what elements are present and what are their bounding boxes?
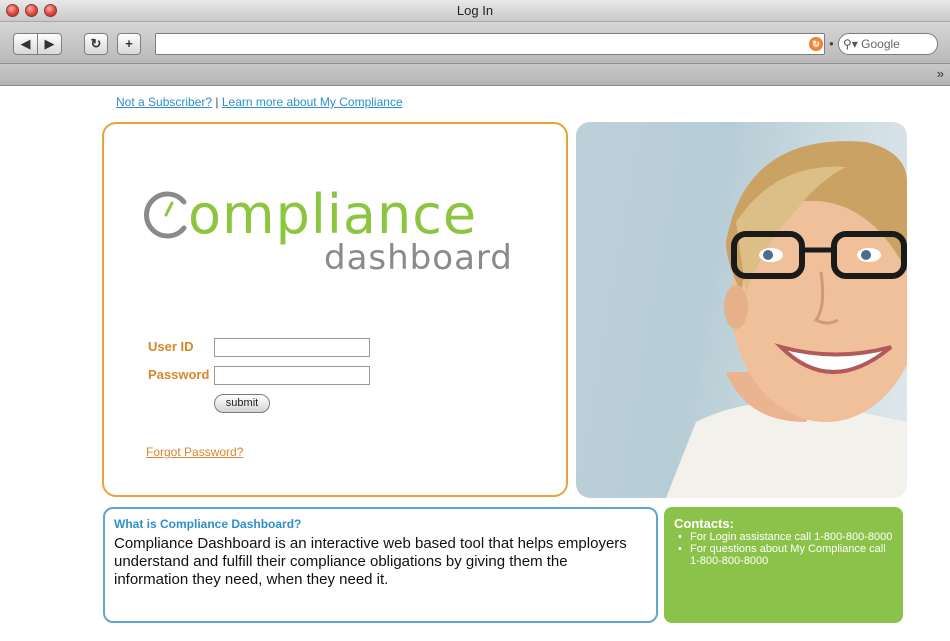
- logo-subtitle: dashboard: [324, 238, 513, 278]
- about-title: What is Compliance Dashboard?: [114, 517, 302, 531]
- password-input[interactable]: [214, 366, 370, 385]
- learn-more-link[interactable]: Learn more about My Compliance: [222, 95, 403, 109]
- contacts-list: For Login assistance call 1-800-800-8000…: [678, 531, 898, 567]
- add-bookmark-icon: +: [125, 36, 133, 51]
- not-subscriber-link[interactable]: Not a Subscriber?: [116, 95, 212, 109]
- hero-photo: [576, 122, 907, 498]
- link-separator: |: [215, 95, 219, 109]
- browser-window: Log In ◀ ▶ ↻ + ↻ ● ⚲▾ Google » Not a Sub…: [0, 0, 950, 641]
- reload-button[interactable]: ↻: [84, 33, 108, 55]
- compliance-dashboard-logo: ompliance dashboard: [144, 183, 512, 288]
- forgot-password-link[interactable]: Forgot Password?: [146, 445, 243, 459]
- top-links: Not a Subscriber? | Learn more about My …: [116, 95, 403, 109]
- forward-arrow-icon: ▶: [44, 36, 55, 51]
- submit-button[interactable]: submit: [214, 394, 270, 413]
- back-arrow-icon: ◀: [20, 36, 31, 51]
- search-menu-dot[interactable]: ●: [829, 39, 835, 48]
- back-button[interactable]: ◀: [13, 33, 38, 55]
- forward-button[interactable]: ▶: [37, 33, 62, 55]
- search-icon: ⚲▾: [843, 37, 858, 51]
- logo-wordmark: ompliance: [188, 183, 478, 246]
- title-bar: Log In: [0, 0, 950, 22]
- contacts-title: Contacts:: [674, 516, 734, 531]
- reload-icon: ↻: [90, 36, 102, 51]
- bookmarks-bar: »: [0, 64, 950, 86]
- user-id-label: User ID: [148, 339, 194, 354]
- page-content: Not a Subscriber? | Learn more about My …: [0, 86, 950, 641]
- search-field[interactable]: ⚲▾ Google: [838, 33, 938, 55]
- login-panel: ompliance dashboard User ID Password sub…: [102, 122, 568, 497]
- contacts-item-questions: For questions about My Compliance call 1…: [678, 543, 898, 567]
- logo-c-clock-icon: [144, 191, 187, 239]
- contacts-item-login: For Login assistance call 1-800-800-8000: [678, 531, 898, 543]
- address-bar[interactable]: [155, 33, 825, 55]
- window-title: Log In: [456, 3, 494, 18]
- password-label: Password: [148, 367, 210, 382]
- add-bookmark-button[interactable]: +: [117, 33, 141, 55]
- contacts-panel: Contacts: For Login assistance call 1-80…: [664, 507, 903, 623]
- user-id-input[interactable]: [214, 338, 370, 357]
- about-body: Compliance Dashboard is an interactive w…: [114, 535, 627, 588]
- about-panel: What is Compliance Dashboard? Compliance…: [103, 507, 658, 623]
- chevron-double-right-icon[interactable]: »: [937, 66, 944, 81]
- search-placeholder: Google: [861, 37, 900, 51]
- browser-toolbar: ◀ ▶ ↻ + ↻ ● ⚲▾ Google: [0, 22, 950, 64]
- smiling-woman-photo: [666, 141, 907, 498]
- rss-feed-icon[interactable]: ↻: [809, 37, 823, 51]
